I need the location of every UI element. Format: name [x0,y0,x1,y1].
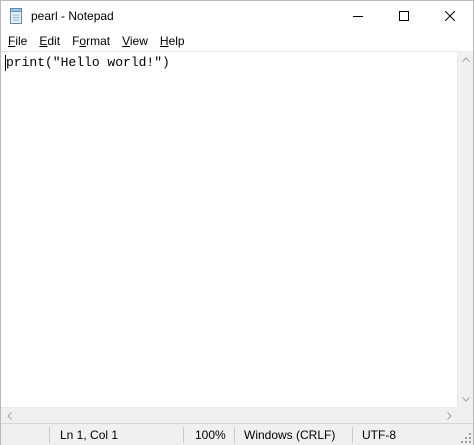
status-position: Ln 1, Col 1 [60,428,119,442]
status-divider [234,427,235,443]
notepad-icon[interactable] [9,8,23,24]
chevron-left-icon [6,412,12,420]
resize-grip-icon[interactable] [461,433,471,443]
status-encoding: UTF-8 [362,428,396,442]
minimize-button[interactable] [335,1,381,31]
menu-file[interactable]: File [3,31,32,51]
vertical-scrollbar[interactable] [457,51,473,407]
chevron-right-icon [446,412,452,420]
menu-format[interactable]: Format [67,31,115,51]
maximize-icon [399,11,409,21]
menu-format-rest: rmat [86,34,111,48]
menu-view[interactable]: View [117,31,153,51]
scrollbar-corner [457,407,473,423]
maximize-button[interactable] [381,1,427,31]
window-title: pearl - Notepad [31,9,114,23]
status-line-ending: Windows (CRLF) [244,428,336,442]
status-divider [183,427,184,443]
editor-content: print("Hello world!") [6,55,170,70]
chevron-down-icon [462,396,470,402]
scroll-down-button[interactable] [458,391,474,407]
title-bar[interactable]: pearl - Notepad [1,1,473,31]
scroll-up-button[interactable] [458,51,474,67]
close-button[interactable] [427,1,473,31]
menu-edit[interactable]: Edit [34,31,65,51]
status-bar: Ln 1, Col 1 100% Windows (CRLF) UTF-8 [1,423,473,445]
minimize-icon [353,16,363,17]
status-divider [49,427,50,443]
text-editor[interactable]: print("Hello world!") [1,51,457,407]
menu-bar: File Edit Format View Help [1,31,473,51]
chevron-up-icon [462,56,470,62]
close-icon [445,11,455,21]
menu-help[interactable]: Help [155,31,190,51]
notepad-window: pearl - Notepad File Edit Format View He… [0,0,474,445]
status-divider [352,427,353,443]
horizontal-scrollbar[interactable] [1,407,457,423]
scroll-left-button[interactable] [1,408,17,424]
scroll-right-button[interactable] [441,408,457,424]
status-zoom: 100% [195,428,226,442]
